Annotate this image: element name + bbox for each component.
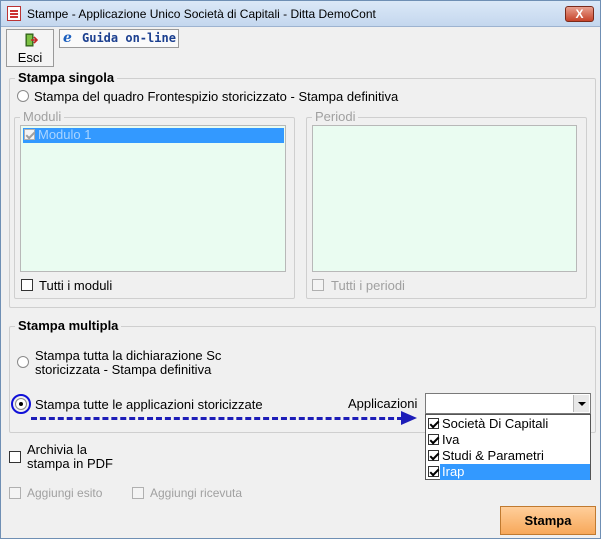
aggiungi-ricevuta-checkbox[interactable] <box>132 487 144 499</box>
option-checkbox[interactable] <box>428 450 439 461</box>
option-irap[interactable]: Irap <box>426 464 590 480</box>
modulo-item-label: Modulo 1 <box>38 127 92 142</box>
modulo-checkbox[interactable] <box>24 129 35 140</box>
option-societa[interactable]: Società Di Capitali <box>426 416 590 432</box>
option-checkbox[interactable] <box>428 466 439 477</box>
frontespizio-radio-label[interactable]: Stampa del quadro Frontespizio storicizz… <box>34 89 398 104</box>
stampa-singola-title: Stampa singola <box>15 70 118 85</box>
title-bar: Stampe - Applicazione Unico Società di C… <box>1 1 600 27</box>
dichiarazione-line1[interactable]: Stampa tutta la dichiarazione Sc <box>35 348 221 363</box>
aggiungi-esito-checkbox[interactable] <box>9 487 21 499</box>
aggiungi-esito-label[interactable]: Aggiungi esito <box>27 486 102 500</box>
applicazioni-radio-label[interactable]: Stampa tutte le applicazioni storicizzat… <box>35 397 263 412</box>
applicazioni-dropdown[interactable] <box>425 393 591 414</box>
esci-label: Esci <box>17 50 43 65</box>
exit-door-icon <box>25 33 38 47</box>
option-label: Iva <box>442 432 460 447</box>
chevron-down-icon[interactable] <box>573 395 589 412</box>
option-studi[interactable]: Studi & Parametri <box>426 448 590 464</box>
option-label: Studi & Parametri <box>442 448 544 463</box>
archivia-pdf-checkbox[interactable] <box>9 451 21 463</box>
option-label: Società Di Capitali <box>442 416 549 431</box>
option-checkbox[interactable] <box>428 434 439 445</box>
dichiarazione-radio[interactable] <box>17 356 29 368</box>
option-iva[interactable]: Iva <box>426 432 590 448</box>
annotation-circle <box>11 394 31 414</box>
periodi-title: Periodi <box>312 109 359 124</box>
annotation-arrow-line <box>31 417 403 420</box>
moduli-title: Moduli <box>20 109 65 124</box>
document-app-icon <box>7 6 21 21</box>
moduli-listbox[interactable]: Modulo 1 <box>20 125 286 272</box>
applicazioni-options-list: Società Di Capitali Iva Studi & Parametr… <box>425 414 591 480</box>
stampa-button[interactable]: Stampa <box>500 506 596 535</box>
dichiarazione-line2[interactable]: storicizzata - Stampa definitiva <box>35 362 211 377</box>
annotation-arrow-head <box>401 411 417 425</box>
internet-explorer-icon: e <box>63 30 72 46</box>
tutti-periodi-label[interactable]: Tutti i periodi <box>331 278 405 293</box>
window-title: Stampe - Applicazione Unico Società di C… <box>27 7 376 21</box>
stampa-multipla-title: Stampa multipla <box>15 318 122 333</box>
option-label: Irap <box>442 464 465 479</box>
guida-online-label: Guida on-line <box>82 31 176 45</box>
print-dialog-window: Stampe - Applicazione Unico Società di C… <box>0 0 601 539</box>
frontespizio-radio[interactable] <box>17 90 29 102</box>
tutti-moduli-checkbox[interactable] <box>21 279 33 291</box>
guida-online-button[interactable]: e Guida on-line <box>59 29 179 48</box>
archivia-line2[interactable]: stampa in PDF <box>27 456 113 471</box>
tutti-moduli-label[interactable]: Tutti i moduli <box>39 278 112 293</box>
archivia-line1[interactable]: Archivia la <box>27 442 87 457</box>
applicazioni-label: Applicazioni <box>348 396 418 411</box>
close-button[interactable]: X <box>565 6 594 22</box>
esci-button[interactable]: Esci <box>6 29 54 67</box>
aggiungi-ricevuta-label[interactable]: Aggiungi ricevuta <box>150 486 242 500</box>
periodi-listbox[interactable] <box>312 125 577 272</box>
tutti-periodi-checkbox[interactable] <box>312 279 324 291</box>
option-checkbox[interactable] <box>428 418 439 429</box>
